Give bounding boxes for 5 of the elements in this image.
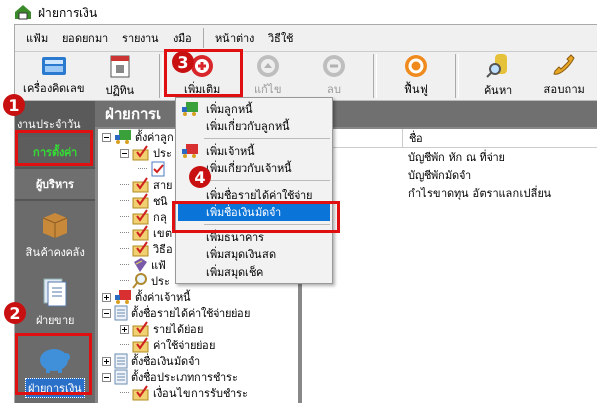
- window-title: ฝ่ายการเงิน: [38, 4, 97, 22]
- table-cell-text: บัญชีพักมัดจำ: [408, 168, 471, 184]
- table-cell-text: บัญชีพัก หัก ณ ที่จ่าย: [408, 148, 504, 166]
- table-cell-text: กำไรขาดทุน อัตราแลกเปลี่ยน: [408, 184, 552, 202]
- step-badge: 2: [4, 302, 26, 324]
